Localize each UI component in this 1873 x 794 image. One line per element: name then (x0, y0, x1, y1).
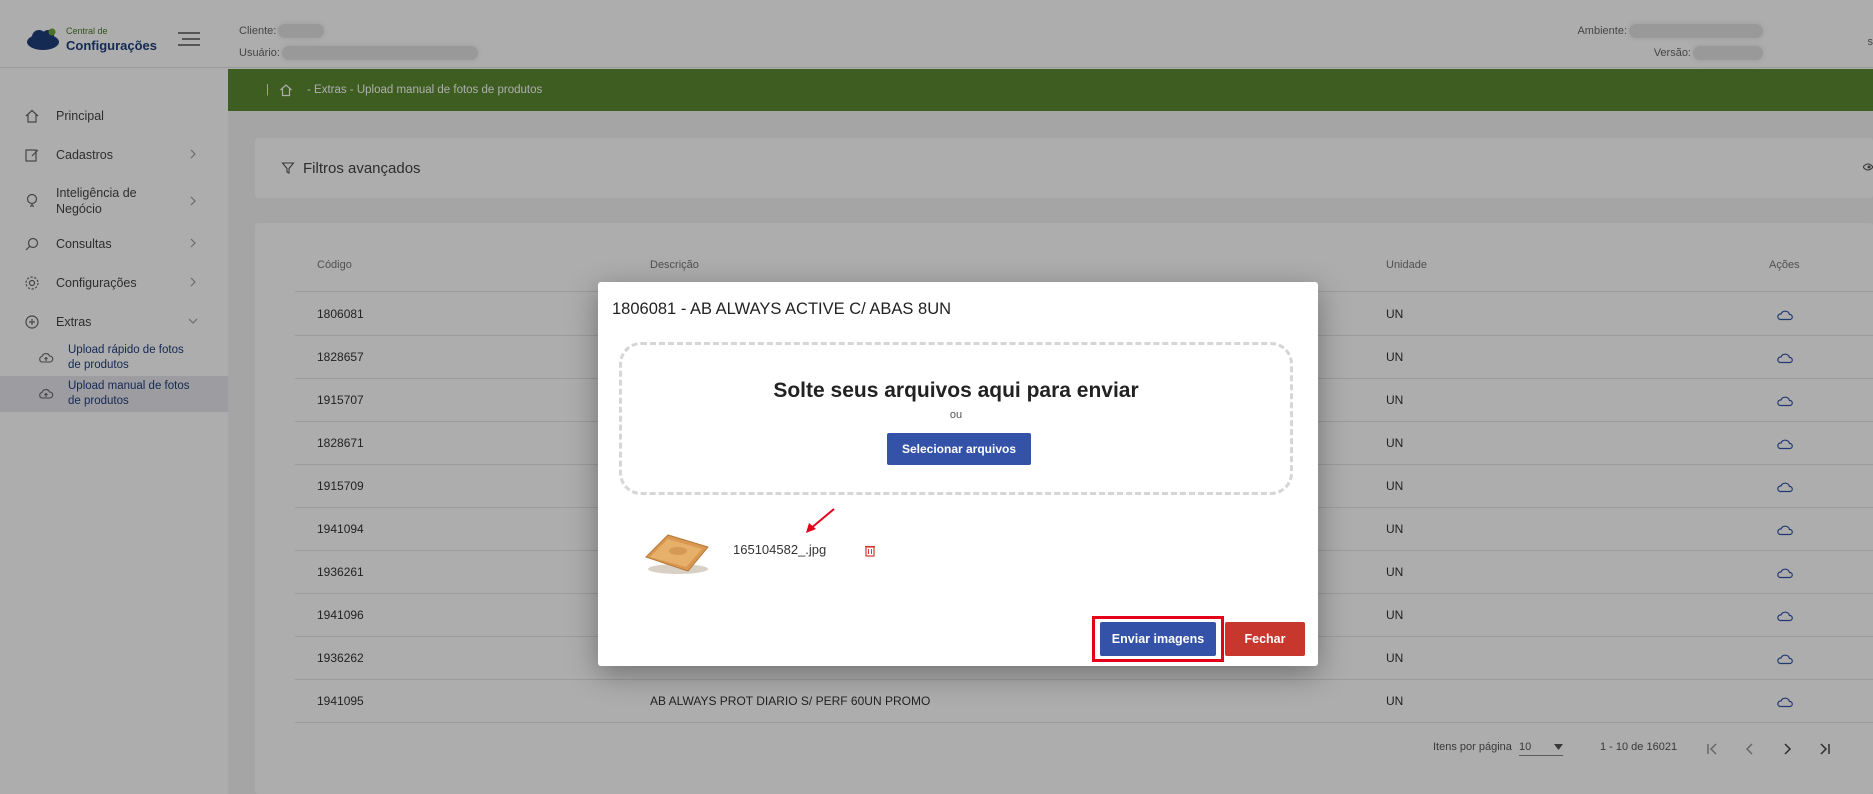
annotation-arrow-icon (806, 508, 835, 533)
dropzone-or: ou (949, 409, 963, 421)
image-thumbnail (645, 534, 709, 574)
dialog-title: 1806081 - AB ALWAYS ACTIVE C/ ABAS 8UN (612, 300, 952, 318)
close-button[interactable]: Fechar (1225, 622, 1305, 656)
dropzone-title: Solte seus arquivos aqui para enviar (773, 379, 1139, 402)
trash-icon[interactable] (864, 544, 876, 557)
upload-dialog: 1806081 - AB ALWAYS ACTIVE C/ ABAS 8UN S… (598, 282, 1318, 666)
select-files-button[interactable]: Selecionar arquivos (887, 433, 1031, 465)
file-dropzone[interactable]: Solte seus arquivos aqui para enviar ou … (619, 342, 1293, 495)
send-images-button[interactable]: Enviar imagens (1100, 622, 1216, 656)
uploaded-file-name: 165104582_.jpg (733, 542, 827, 557)
